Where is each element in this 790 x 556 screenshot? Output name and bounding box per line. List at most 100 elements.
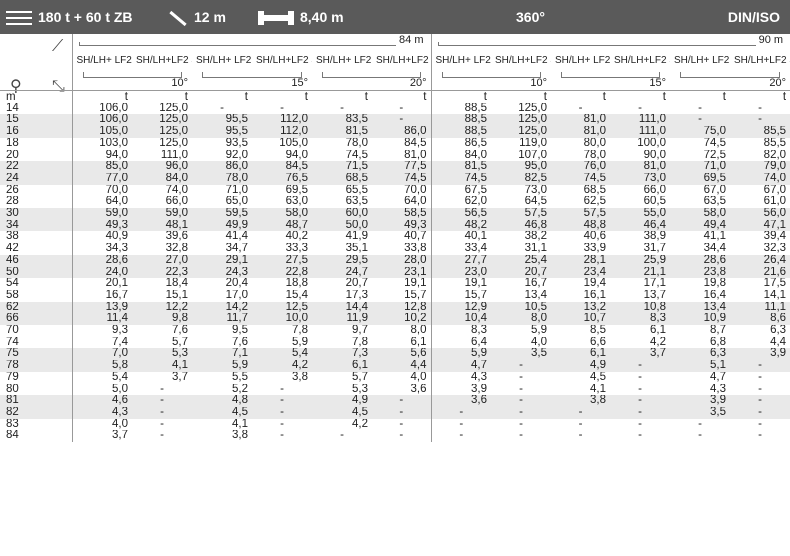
load-cell: 18,4: [165, 278, 188, 290]
load-cell: 88,5: [431, 114, 491, 127]
load-cell: 14,1: [763, 289, 787, 301]
load-cell: 81,0: [372, 149, 432, 162]
load-cell: 41,9: [345, 231, 368, 243]
load-cell: 105,0: [72, 126, 132, 138]
load-cell: -: [638, 430, 642, 442]
load-cell: 27,0: [132, 254, 192, 267]
slew-spec: 360°: [516, 0, 545, 34]
load-cell: 20,7: [345, 278, 368, 290]
load-cell: 58,0: [252, 208, 312, 220]
load-cell: 3,5: [491, 348, 551, 361]
load-cell: 28,6: [670, 254, 730, 267]
load-cell: 25,9: [610, 254, 670, 267]
load-cell: 6,1: [551, 348, 610, 361]
load-cell: 49,9: [192, 219, 252, 232]
load-cell: 74,5: [345, 149, 368, 161]
load-cell: -: [578, 430, 583, 442]
load-cell: 22,3: [132, 266, 192, 279]
radius-cell: 82: [0, 406, 73, 419]
load-cell: 7,0: [72, 348, 132, 361]
table-row: 30 59,0 59,0 59,5 58,0 60,0 58,5 56,5 57,5 57,5 55…: [0, 208, 790, 220]
load-cell: 94,0: [285, 149, 308, 161]
load-cell: 96,0: [132, 161, 192, 173]
load-cell: 4,9: [551, 360, 610, 372]
load-cell: -: [160, 418, 164, 430]
load-cell: 69,5: [670, 172, 730, 185]
load-cell: 100,0: [637, 137, 666, 149]
table-row: 62 13,9 12,2 14,2 12,5 14,4 12,8 12,9 10,5 13,2 10…: [0, 301, 790, 314]
load-cell: 77,0: [72, 172, 132, 185]
load-cell: 112,0: [252, 126, 312, 138]
load-cell: 64,0: [105, 196, 128, 208]
angle-header: 10°: [431, 72, 551, 91]
boom-length-84: 84 m: [72, 34, 432, 48]
load-cell: 74,5: [431, 172, 491, 185]
load-cell: 4,4: [770, 336, 787, 348]
config-header: SH/LH+ LF2: [674, 54, 730, 66]
slew-label: 360°: [516, 9, 545, 25]
table-row: 78 5,8 4,1 5,9 4,2 6,1 4,4 4,7-4,9-5,1-: [0, 360, 790, 372]
load-cell: -: [459, 430, 464, 442]
load-cell: 76,5: [252, 172, 312, 185]
load-cell: 125,0: [491, 114, 551, 127]
load-cell: 59,0: [72, 208, 132, 220]
load-cell: 66,0: [643, 184, 666, 196]
load-cell: 13,7: [643, 289, 666, 301]
load-cell: 112,0: [252, 114, 312, 127]
load-cell: 68,5: [312, 172, 372, 185]
load-cell: 3,8: [292, 371, 308, 383]
load-cell: 19,1: [464, 278, 487, 290]
table-row: 74 7,4 5,7 7,6 5,9 7,8 6,1 6,4 4,0 6,6 4,2 6,8 4,4: [0, 336, 790, 349]
load-cell: 107,0: [518, 149, 547, 161]
load-cell: 18,8: [285, 278, 308, 290]
radius-cell: 18: [0, 137, 73, 150]
load-cell: 74,5: [703, 137, 726, 149]
load-cell: 73,0: [610, 172, 670, 185]
load-cell: -: [340, 102, 344, 114]
table-row: 46 28,6 27,0 29,1 27,5 29,5 28,0 27,7 25,4 28,1 25…: [0, 254, 790, 267]
load-cell: 40,6: [583, 231, 606, 243]
load-cell: 29,5: [312, 254, 372, 267]
load-cell: -: [459, 418, 464, 430]
load-cell: 68,5: [583, 184, 606, 196]
load-cell: -: [160, 430, 164, 442]
table-row: 58 16,7 15,1 17,0 15,4 17,3 15,7 15,7 13,4 16,1 13…: [0, 289, 790, 302]
load-cell: 62,5: [583, 196, 606, 208]
load-cell: 3,9: [730, 348, 790, 361]
boom-length-row: 84 m 90 m: [0, 34, 790, 48]
load-cell: 78,0: [345, 137, 368, 149]
load-cell: 5,8: [72, 360, 132, 372]
load-cell: 6,8: [710, 336, 726, 348]
load-cell: 24,3: [192, 266, 252, 279]
outrigger-label: 8,40 m: [300, 9, 344, 25]
load-cell: 111,0: [160, 149, 188, 161]
load-cell: 85,5: [730, 126, 790, 138]
load-cell: 4,1: [132, 360, 192, 372]
table-row: 84 3,7 - 3,8 - - - - - - - - -: [0, 430, 790, 443]
load-cell: -: [638, 383, 642, 395]
radius-cell: 24: [0, 172, 73, 185]
load-cell: 62,0: [464, 196, 487, 208]
load-cell: 47,1: [730, 219, 790, 232]
load-cell: 66,0: [165, 196, 188, 208]
load-cell: -: [730, 360, 790, 372]
load-cell: 14,2: [192, 301, 252, 314]
load-cell: 5,0: [112, 383, 128, 395]
radius-cell: 16: [0, 126, 73, 138]
load-cell: 88,5: [431, 126, 491, 138]
load-cell: 49,3: [72, 219, 132, 232]
load-cell: 49,3: [372, 219, 432, 232]
load-cell: -: [280, 418, 284, 430]
load-cell: 125,0: [132, 114, 192, 127]
load-cell: 8,7: [710, 325, 726, 337]
config-header: SH/LH+ LF2: [76, 54, 132, 66]
load-cell: 65,5: [345, 184, 368, 196]
load-cell: 125,0: [159, 102, 188, 114]
boom-icon: [169, 10, 187, 26]
load-cell: 12,2: [132, 301, 192, 314]
load-cell: -: [280, 383, 284, 395]
load-cell: 7,1: [192, 348, 252, 361]
load-cell: 5,7: [172, 336, 188, 348]
load-cell: 17,1: [643, 278, 666, 290]
load-cell: 28,6: [72, 254, 132, 267]
